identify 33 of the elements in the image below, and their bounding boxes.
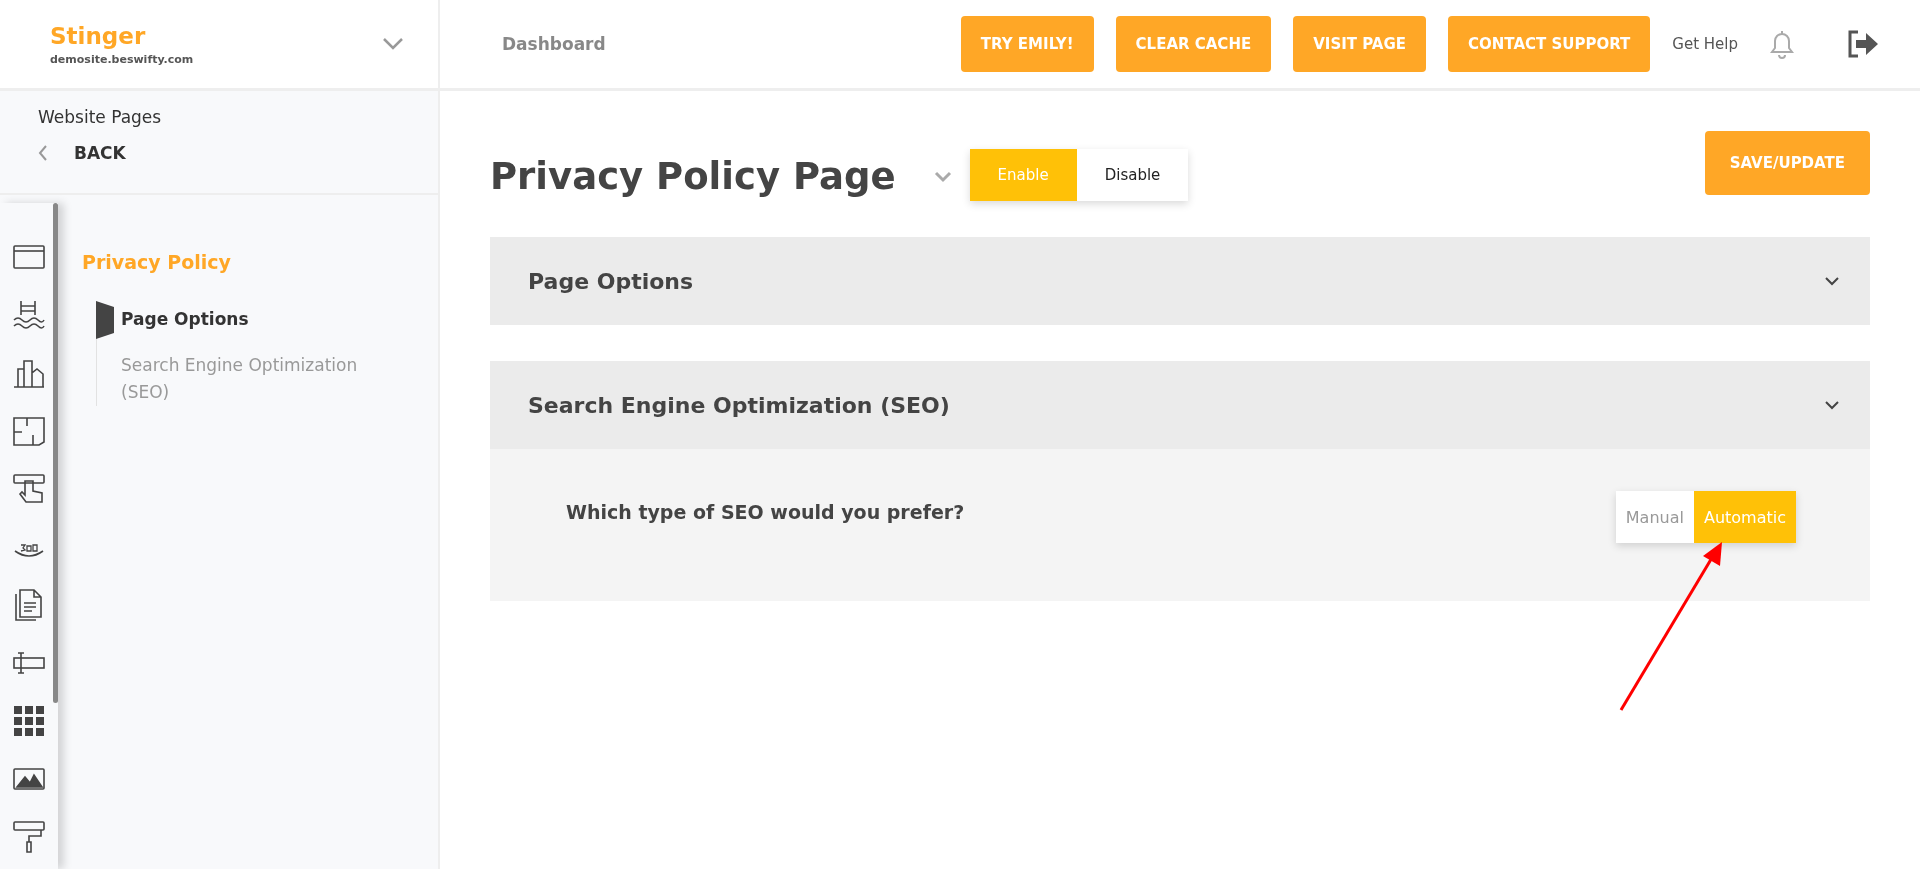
toolbar-button[interactable]: TRY EMILY! [960, 16, 1094, 72]
toolbar-button[interactable]: VISIT PAGE [1293, 16, 1426, 72]
back-link[interactable]: BACK [74, 143, 126, 163]
chevron-left-icon[interactable] [38, 144, 48, 162]
seo-type-option[interactable]: Manual [1615, 491, 1694, 543]
logout-icon[interactable] [1846, 29, 1880, 59]
toolbar-button[interactable]: CONTACT SUPPORT [1448, 16, 1651, 72]
chevron-down-icon[interactable] [1824, 276, 1840, 286]
accordion-title[interactable]: Page Options [528, 268, 694, 294]
toolbar-button[interactable]: CLEAR CACHE [1115, 16, 1272, 72]
hand-pointer-icon[interactable] [13, 473, 45, 505]
sidebar-nav-item[interactable]: Search Engine Optimization (SEO) [121, 347, 381, 406]
accordion-title[interactable]: Search Engine Optimization (SEO) [528, 392, 950, 418]
seo-type-option[interactable]: Automatic [1693, 491, 1796, 543]
floor-plan-icon[interactable] [13, 415, 45, 447]
site-domain: demosite.beswifty.com [50, 52, 194, 66]
question-label: Which type of SEO would you prefer? [566, 501, 965, 523]
save-button[interactable]: SAVE/UPDATE [1704, 131, 1870, 195]
status-toggle-option[interactable]: Disable [1076, 149, 1189, 201]
document-icon[interactable] [13, 589, 45, 621]
sidebar-heading: Website Pages [38, 107, 162, 127]
pool-ladder-icon[interactable] [13, 299, 45, 331]
breadcrumb[interactable]: Dashboard [502, 34, 606, 54]
page-title: Privacy Policy Page [490, 155, 896, 198]
buildings-icon[interactable] [13, 357, 45, 389]
chevron-down-icon[interactable] [1824, 400, 1840, 410]
sidebar-nav-item[interactable]: Page Options [121, 301, 381, 333]
brand-name: Stinger [50, 22, 147, 49]
grid-icon[interactable] [13, 705, 45, 737]
section-title: Privacy Policy [82, 251, 232, 273]
help-link[interactable]: Get Help [1672, 35, 1738, 53]
paint-roller-icon[interactable] [13, 821, 45, 853]
status-toggle-option[interactable]: Enable [969, 149, 1077, 201]
